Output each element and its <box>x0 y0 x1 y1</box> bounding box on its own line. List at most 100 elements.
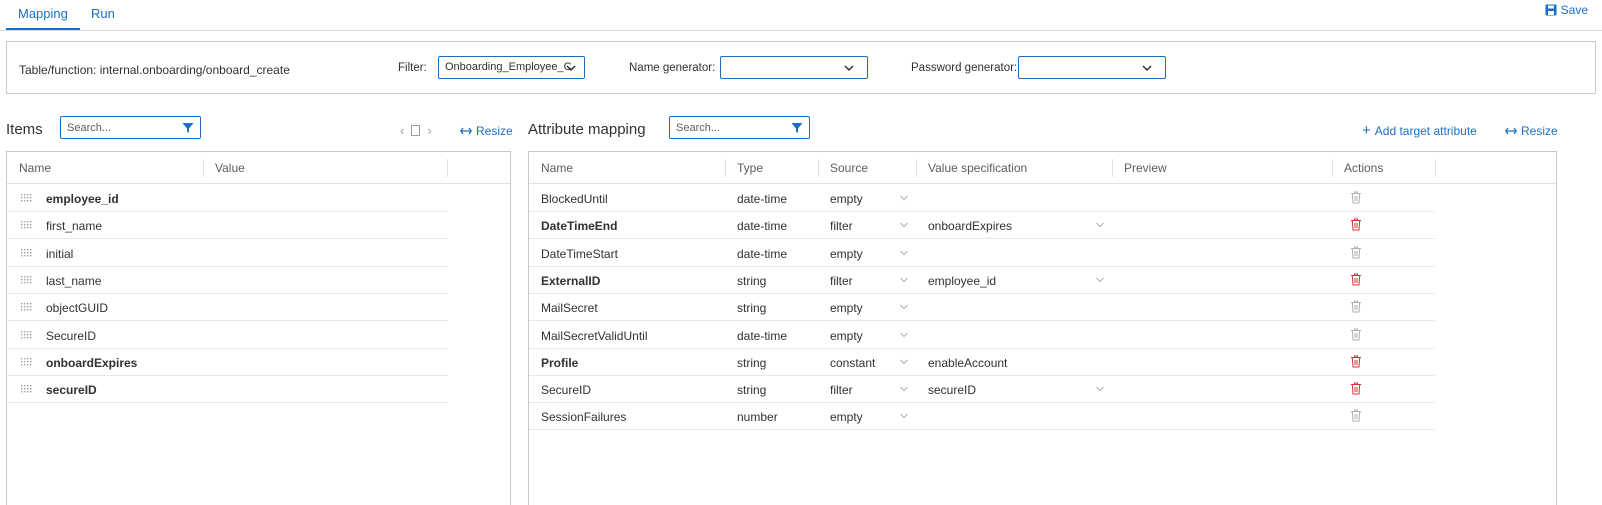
table-row[interactable]: secureID <box>7 376 448 404</box>
items-resize-button[interactable]: Resize <box>460 124 513 138</box>
items-col-name[interactable]: Name <box>19 161 51 175</box>
source-select[interactable]: constant <box>830 356 875 370</box>
source-select[interactable]: filter <box>830 219 853 233</box>
table-row[interactable]: first_name <box>7 212 448 240</box>
filter-icon[interactable] <box>791 122 803 134</box>
table-row[interactable]: initial <box>7 240 448 267</box>
drag-handle-icon[interactable] <box>21 330 33 339</box>
table-row[interactable]: ExternalID string filter employee_id <box>529 267 1435 294</box>
table-row[interactable]: DateTimeEnd date-time filter onboardExpires <box>529 212 1435 240</box>
source-select[interactable]: empty <box>830 247 863 261</box>
item-name: initial <box>46 246 74 261</box>
save-button[interactable]: Save <box>1545 3 1588 17</box>
chevron-left-icon[interactable]: ‹ <box>400 123 404 138</box>
mapping-table: Name Type Source Value specification Pre… <box>528 151 1557 505</box>
chevron-down-icon[interactable] <box>899 220 909 230</box>
chevron-down-icon[interactable] <box>899 275 909 285</box>
table-row[interactable]: SessionFailures number empty <box>529 403 1435 431</box>
trash-icon[interactable] <box>1350 191 1362 204</box>
column-divider[interactable] <box>916 159 917 177</box>
mapping-col-source[interactable]: Source <box>830 161 868 175</box>
column-divider[interactable] <box>1332 159 1333 177</box>
source-select[interactable]: filter <box>830 274 853 288</box>
table-row[interactable]: MailSecret string empty <box>529 294 1435 322</box>
column-divider[interactable] <box>818 159 819 177</box>
trash-icon[interactable] <box>1350 273 1362 286</box>
mapping-resize-button[interactable]: Resize <box>1505 124 1558 138</box>
trash-icon[interactable] <box>1350 246 1362 259</box>
drag-handle-icon[interactable] <box>21 275 33 284</box>
items-search-input[interactable]: Search... <box>60 116 201 139</box>
drag-handle-icon[interactable] <box>21 221 33 229</box>
chevron-down-icon[interactable] <box>1095 220 1105 230</box>
value-specification[interactable]: secureID <box>928 383 976 397</box>
drag-handle-icon[interactable] <box>21 385 33 393</box>
source-select[interactable]: empty <box>830 329 863 343</box>
tab-run[interactable]: Run <box>91 6 115 21</box>
chevron-down-icon[interactable] <box>899 357 909 367</box>
table-row[interactable]: last_name <box>7 267 448 294</box>
value-specification[interactable]: enableAccount <box>928 356 1007 370</box>
filter-select[interactable]: Onboarding_Employee_C <box>438 56 585 79</box>
chevron-down-icon[interactable] <box>899 248 909 258</box>
table-row[interactable]: SecureID <box>7 322 448 349</box>
chevron-down-icon[interactable] <box>899 193 909 203</box>
items-col-value[interactable]: Value <box>215 161 245 175</box>
source-select[interactable]: filter <box>830 383 853 397</box>
trash-icon[interactable] <box>1350 300 1362 313</box>
table-row[interactable]: onboardExpires <box>7 349 448 376</box>
chevron-down-icon[interactable] <box>899 330 909 340</box>
trash-icon[interactable] <box>1350 382 1362 395</box>
filter-label: Filter: <box>398 62 427 74</box>
name-generator-select[interactable] <box>720 56 868 79</box>
mapping-col-value-spec[interactable]: Value specification <box>928 161 1027 175</box>
table-row[interactable]: Profile string constant enableAccount <box>529 349 1435 376</box>
source-select[interactable]: empty <box>830 410 863 424</box>
name-generator-label: Name generator: <box>629 62 716 74</box>
source-select[interactable]: empty <box>830 301 863 315</box>
trash-icon[interactable] <box>1350 328 1362 341</box>
chevron-down-icon[interactable] <box>899 302 909 312</box>
filter-icon[interactable] <box>182 122 194 134</box>
mapping-col-type[interactable]: Type <box>737 161 763 175</box>
table-row[interactable]: employee_id <box>7 185 448 212</box>
mapping-col-actions[interactable]: Actions <box>1344 161 1383 175</box>
trash-icon[interactable] <box>1350 218 1362 231</box>
floppy-disk-icon <box>1545 4 1557 16</box>
mapping-search-input[interactable]: Search... <box>669 116 810 139</box>
trash-icon[interactable] <box>1350 409 1362 422</box>
column-divider[interactable] <box>1435 159 1436 177</box>
drag-handle-icon[interactable] <box>21 248 33 257</box>
value-specification[interactable]: employee_id <box>928 274 996 288</box>
chevron-down-icon[interactable] <box>1095 384 1105 394</box>
chevron-down-icon[interactable] <box>899 411 909 421</box>
table-row[interactable]: BlockedUntil date-time empty <box>529 185 1435 212</box>
chevron-down-icon[interactable] <box>899 384 909 394</box>
drag-handle-icon[interactable] <box>21 303 33 311</box>
column-divider[interactable] <box>447 159 448 177</box>
column-divider[interactable] <box>1112 159 1113 177</box>
mapping-col-name[interactable]: Name <box>541 161 573 175</box>
table-row[interactable]: objectGUID <box>7 294 448 322</box>
column-divider[interactable] <box>203 159 204 177</box>
table-row[interactable]: SecureID string filter secureID <box>529 376 1435 404</box>
tab-mapping[interactable]: Mapping <box>6 6 80 30</box>
value-specification[interactable]: onboardExpires <box>928 219 1012 233</box>
page-square-icon[interactable] <box>411 125 421 136</box>
table-row[interactable]: DateTimeStart date-time empty <box>529 240 1435 267</box>
trash-icon[interactable] <box>1350 355 1362 368</box>
add-target-attribute-button[interactable]: + Add target attribute <box>1362 123 1477 138</box>
item-name: secureID <box>46 383 97 398</box>
table-row[interactable]: MailSecretValidUntil date-time empty <box>529 322 1435 349</box>
drag-handle-icon[interactable] <box>21 357 33 366</box>
drag-handle-icon[interactable] <box>21 194 33 202</box>
chevron-right-icon[interactable]: › <box>427 123 431 138</box>
password-generator-select[interactable] <box>1018 56 1166 79</box>
column-divider[interactable] <box>725 159 726 177</box>
items-table-header: Name Value <box>7 152 510 184</box>
chevron-down-icon[interactable] <box>1095 275 1105 285</box>
mapping-col-preview[interactable]: Preview <box>1124 161 1167 175</box>
source-select[interactable]: empty <box>830 192 863 206</box>
items-search-placeholder: Search... <box>67 122 112 134</box>
attribute-name: BlockedUntil <box>541 192 608 206</box>
